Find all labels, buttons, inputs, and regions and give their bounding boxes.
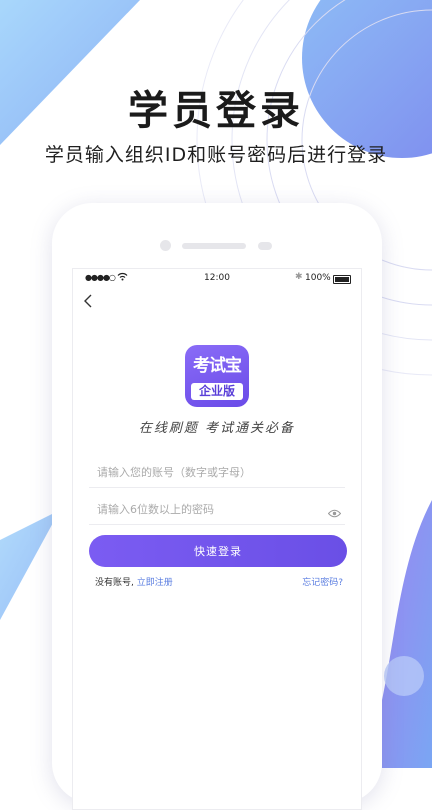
page-title: 学员登录 [128,88,304,134]
register-row: 没有账号, 立即注册 [95,575,173,588]
phone-mockup: ●●●●○ 12:00 ✱ 100% 考试宝 企业版 在线刷题 考试通关必备 请… [52,203,382,810]
logo-badge: 企业版 [191,383,243,400]
register-link[interactable]: 立即注册 [137,578,173,588]
app-slogan: 在线刷题 考试通关必备 [138,421,296,436]
status-bar: ●●●●○ 12:00 ✱ 100% [73,269,361,289]
password-input[interactable] [89,496,327,522]
phone-sensor [258,242,272,250]
battery-percent: 100% [305,273,331,283]
back-button[interactable] [83,293,101,313]
app-logo: 考试宝 企业版 [185,345,249,407]
forgot-password-link[interactable]: 忘记密码? [302,575,343,588]
phone-speaker [182,243,246,249]
login-button[interactable]: 快速登录 [89,535,347,567]
password-field [89,496,345,525]
account-field [89,459,345,488]
account-input[interactable] [89,459,327,485]
logo-text: 考试宝 [193,356,242,376]
eye-icon[interactable] [327,503,342,522]
battery-icon [333,275,351,284]
page-subtitle: 学员输入组织ID和账号密码后进行登录 [44,144,388,166]
no-account-text: 没有账号, [95,578,134,588]
front-camera [160,240,171,251]
phone-screen: ●●●●○ 12:00 ✱ 100% 考试宝 企业版 在线刷题 考试通关必备 请… [72,268,362,810]
bluetooth-icon: ✱ [295,272,303,282]
chevron-left-icon [84,294,92,308]
